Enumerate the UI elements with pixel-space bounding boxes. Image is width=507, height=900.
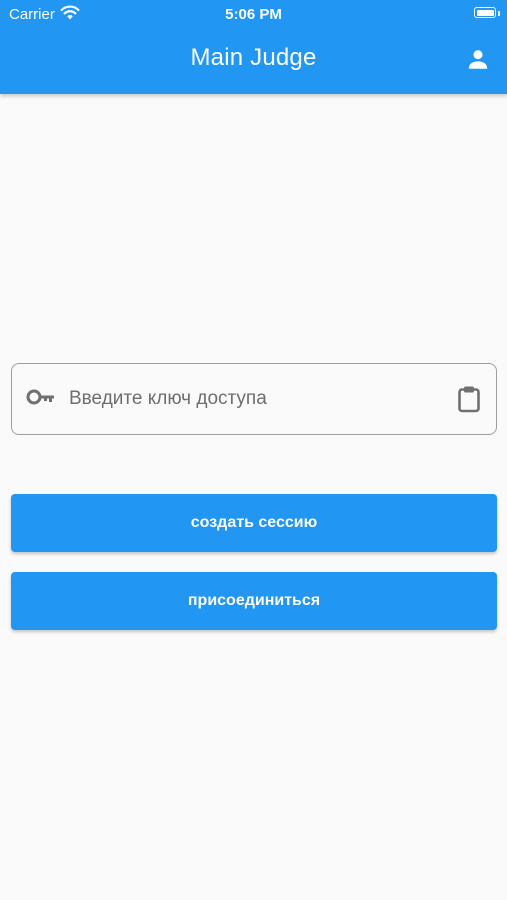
- join-button[interactable]: присоединиться: [11, 572, 497, 630]
- battery-tip: [498, 11, 500, 16]
- battery-fill: [476, 9, 494, 16]
- access-key-field[interactable]: [11, 363, 497, 435]
- app-bar: Carrier 5:06 PM Main Judge: [0, 0, 507, 94]
- access-key-input[interactable]: [69, 382, 439, 416]
- key-icon: [26, 388, 56, 411]
- create-session-button[interactable]: создать сессию: [11, 494, 497, 552]
- person-icon[interactable]: [465, 46, 491, 72]
- clipboard-paste-icon[interactable]: [457, 385, 481, 418]
- battery-icon: [474, 7, 496, 18]
- status-bar: Carrier 5:06 PM: [0, 0, 507, 28]
- status-time: 5:06 PM: [225, 6, 282, 23]
- page-title: Main Judge: [190, 44, 317, 71]
